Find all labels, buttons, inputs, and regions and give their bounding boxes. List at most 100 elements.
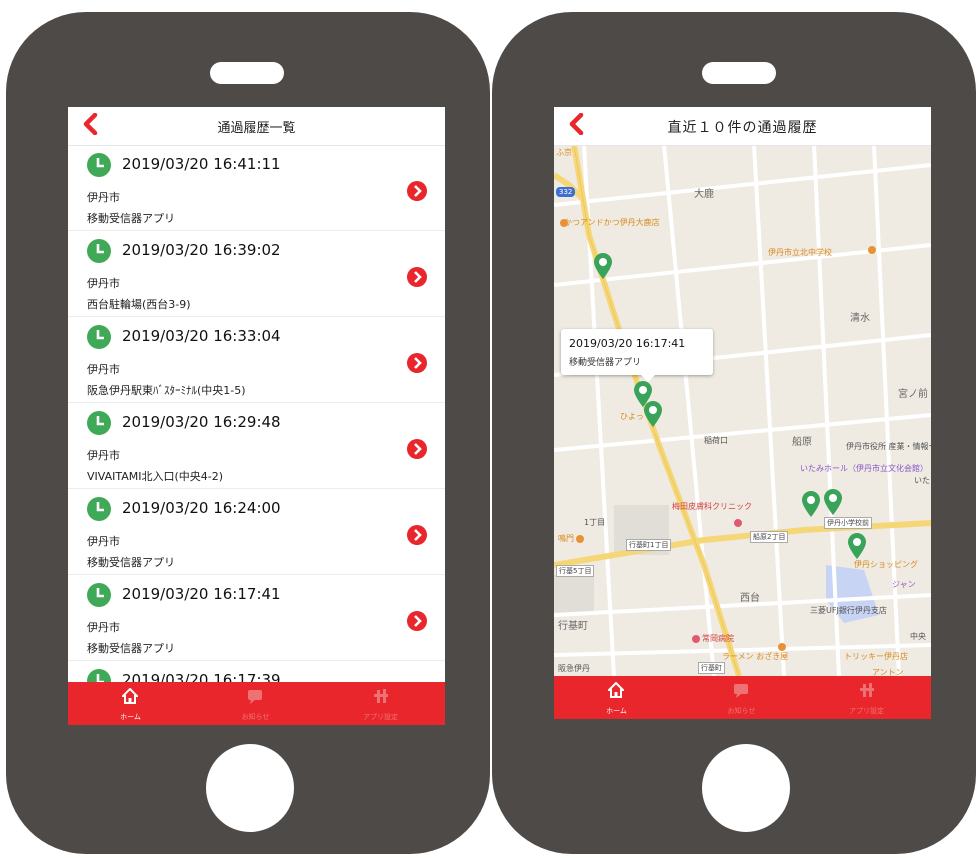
item-timestamp: 2019/03/20 16:33:04 (122, 327, 281, 345)
item-city: 伊丹市 (87, 535, 120, 548)
clock-icon (87, 411, 111, 435)
nav-bar: 直近１０件の通過履歴 (554, 107, 931, 146)
map-label: 常岡病院 (702, 634, 734, 643)
map-label: 船原2丁目 (750, 531, 789, 543)
page-title: 通過履歴一覧 (217, 121, 296, 136)
chevron-right-circle-icon[interactable] (407, 267, 427, 287)
map-label: ひよっ (620, 412, 644, 421)
item-city: 伊丹市 (87, 191, 120, 204)
tab-notice[interactable]: お知らせ (679, 676, 804, 719)
page-title: 直近１０件の通過履歴 (667, 120, 818, 136)
chevron-right-circle-icon[interactable] (407, 525, 427, 545)
map-label: 中央 (910, 632, 926, 641)
map-label: 三菱UFJ銀行伊丹支店 (810, 606, 887, 615)
clock-icon (87, 497, 111, 521)
tab-notice[interactable]: お知らせ (193, 682, 318, 725)
list-item[interactable]: 2019/03/20 16:39:02 伊丹市 西台駐輪場(西台3-9) (68, 231, 445, 317)
item-timestamp: 2019/03/20 16:24:00 (122, 499, 281, 517)
nav-bar: 通過履歴一覧 (68, 107, 445, 146)
map-callout[interactable]: 2019/03/20 16:17:41 移動受信器アプリ (561, 329, 713, 382)
item-city: 伊丹市 (87, 449, 120, 462)
speaker-slot (210, 62, 284, 84)
item-place: 移動受信器アプリ (87, 212, 175, 225)
map-pin-icon[interactable] (824, 489, 842, 515)
map-label: トリッキー伊丹店 (844, 652, 908, 661)
tab-label: アプリ設定 (363, 713, 398, 721)
speaker-slot (702, 62, 776, 84)
phone-frame-right: 直近１０件の通過履歴 332 ふ京 大鹿 かつアンドかつ伊丹大鹿店 伊丹市立北中… (492, 12, 976, 854)
clock-icon (87, 325, 111, 349)
clock-icon (87, 583, 111, 607)
map-label: 行基町 (558, 621, 588, 632)
item-place: 阪急伊丹駅東ﾊﾞｽﾀｰﾐﾅﾙ(中央1-5) (87, 384, 246, 397)
tab-settings[interactable]: アプリ設定 (318, 682, 443, 725)
tools-icon (860, 683, 874, 697)
road-number-badge: 332 (556, 187, 576, 197)
tab-label: お知らせ (241, 713, 270, 721)
map-label: 稲荷口 (704, 436, 728, 445)
callout-timestamp: 2019/03/20 16:17:41 (569, 337, 686, 350)
tab-bar: ホーム お知らせ アプリ設定 (554, 676, 931, 719)
map-label: 伊丹ショッピング (854, 560, 918, 569)
phone-frame-left: 通過履歴一覧 2019/03/20 16:41:11 伊丹市 移動受信器アプリ … (6, 12, 490, 854)
hardware-home-button (206, 744, 294, 832)
item-place: 移動受信器アプリ (87, 556, 175, 569)
map-label: 行基町1丁目 (626, 539, 672, 551)
map-label: ラーメン おざき屋 (722, 652, 789, 661)
map-pin-icon[interactable] (848, 533, 866, 559)
history-list-screen: 通過履歴一覧 2019/03/20 16:41:11 伊丹市 移動受信器アプリ … (68, 107, 445, 725)
tab-settings[interactable]: アプリ設定 (804, 676, 929, 719)
map-label: 宮ノ前 (898, 389, 928, 400)
item-place: 移動受信器アプリ (87, 642, 175, 655)
list-item[interactable]: 2019/03/20 16:24:00 伊丹市 移動受信器アプリ (68, 489, 445, 575)
history-list: 2019/03/20 16:41:11 伊丹市 移動受信器アプリ 2019/03… (68, 145, 445, 725)
poi-dot (868, 246, 876, 254)
item-city: 伊丹市 (87, 363, 120, 376)
tools-icon (374, 689, 388, 703)
list-item[interactable]: 2019/03/20 16:17:41 伊丹市 移動受信器アプリ (68, 575, 445, 661)
map-label: いたみホール（伊丹市立文化会館） (800, 464, 928, 473)
chevron-right-circle-icon[interactable] (407, 181, 427, 201)
map-pin-icon[interactable] (644, 401, 662, 427)
map-label: ジャン (892, 580, 916, 589)
map-pin-icon[interactable] (802, 491, 820, 517)
map-label: 伊丹市役所 産業・情報セ (846, 442, 931, 451)
list-item[interactable]: 2019/03/20 16:41:11 伊丹市 移動受信器アプリ (68, 145, 445, 231)
chevron-right-circle-icon[interactable] (407, 439, 427, 459)
map-label: 清水 (850, 313, 870, 324)
chat-icon (248, 690, 262, 704)
map-label: 梅田皮膚科クリニック (672, 502, 752, 511)
callout-place: 移動受信器アプリ (569, 358, 642, 368)
map-label: ふ京 (556, 148, 572, 157)
chevron-right-circle-icon[interactable] (407, 353, 427, 373)
map-view[interactable]: 332 ふ京 大鹿 かつアンドかつ伊丹大鹿店 伊丹市立北中学校 清水 宮ノ前 ひ… (554, 145, 931, 676)
map-pin-icon[interactable] (594, 253, 612, 279)
map-label: 伊丹小学校前 (824, 517, 872, 529)
map-label: 西台 (740, 593, 760, 604)
clock-icon (87, 239, 111, 263)
map-label: 船原 (792, 437, 812, 448)
clock-icon (87, 153, 111, 177)
tab-bar: ホーム お知らせ アプリ設定 (68, 682, 445, 725)
poi-dot (778, 643, 786, 651)
item-place: VIVAITAMI北入口(中央4-2) (87, 470, 224, 483)
list-item[interactable]: 2019/03/20 16:29:48 伊丹市 VIVAITAMI北入口(中央4… (68, 403, 445, 489)
map-label: 行基5丁目 (556, 565, 595, 577)
map-label: 行基町 (698, 662, 725, 674)
item-place: 西台駐輪場(西台3-9) (87, 298, 191, 311)
tab-home[interactable]: ホーム (554, 676, 679, 719)
home-icon (608, 682, 624, 698)
tab-home[interactable]: ホーム (68, 682, 193, 725)
item-timestamp: 2019/03/20 16:29:48 (122, 413, 281, 431)
poi-dot (576, 535, 584, 543)
list-item[interactable]: 2019/03/20 16:33:04 伊丹市 阪急伊丹駅東ﾊﾞｽﾀｰﾐﾅﾙ(中… (68, 317, 445, 403)
poi-dot (560, 219, 568, 227)
map-label: 鳴門 (558, 534, 574, 543)
history-map-screen: 直近１０件の通過履歴 332 ふ京 大鹿 かつアンドかつ伊丹大鹿店 伊丹市立北中… (554, 107, 931, 719)
tab-label: お知らせ (727, 707, 756, 715)
poi-dot (692, 635, 700, 643)
tab-label: アプリ設定 (849, 707, 884, 715)
home-icon (122, 688, 138, 704)
item-city: 伊丹市 (87, 277, 120, 290)
chevron-right-circle-icon[interactable] (407, 611, 427, 631)
